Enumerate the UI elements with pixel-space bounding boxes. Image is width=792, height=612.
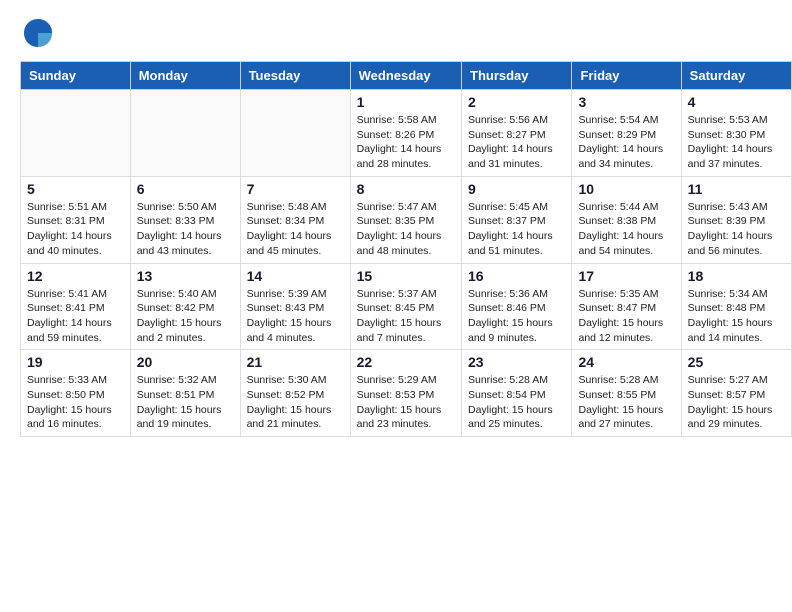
day-info: Sunrise: 5:50 AMSunset: 8:33 PMDaylight:… [137,200,234,259]
calendar-cell: 16 Sunrise: 5:36 AMSunset: 8:46 PMDayligh… [462,263,572,350]
calendar-cell: 20 Sunrise: 5:32 AMSunset: 8:51 PMDayligh… [130,350,240,437]
day-number: 25 [688,354,785,370]
calendar-cell: 18 Sunrise: 5:34 AMSunset: 8:48 PMDayligh… [681,263,791,350]
week-row-4: 19 Sunrise: 5:33 AMSunset: 8:50 PMDayligh… [21,350,792,437]
day-number: 16 [468,268,565,284]
day-info: Sunrise: 5:28 AMSunset: 8:54 PMDaylight:… [468,373,565,432]
calendar-cell: 19 Sunrise: 5:33 AMSunset: 8:50 PMDayligh… [21,350,131,437]
day-number: 4 [688,94,785,110]
day-info: Sunrise: 5:33 AMSunset: 8:50 PMDaylight:… [27,373,124,432]
day-info: Sunrise: 5:35 AMSunset: 8:47 PMDaylight:… [578,287,674,346]
day-info: Sunrise: 5:43 AMSunset: 8:39 PMDaylight:… [688,200,785,259]
day-info: Sunrise: 5:29 AMSunset: 8:53 PMDaylight:… [357,373,455,432]
calendar-cell: 17 Sunrise: 5:35 AMSunset: 8:47 PMDayligh… [572,263,681,350]
calendar-cell: 6 Sunrise: 5:50 AMSunset: 8:33 PMDaylight… [130,176,240,263]
day-info: Sunrise: 5:58 AMSunset: 8:26 PMDaylight:… [357,113,455,172]
day-number: 13 [137,268,234,284]
day-info: Sunrise: 5:27 AMSunset: 8:57 PMDaylight:… [688,373,785,432]
week-row-3: 12 Sunrise: 5:41 AMSunset: 8:41 PMDayligh… [21,263,792,350]
day-number: 20 [137,354,234,370]
calendar-cell: 7 Sunrise: 5:48 AMSunset: 8:34 PMDaylight… [240,176,350,263]
page-header [0,0,792,61]
calendar-cell: 4 Sunrise: 5:53 AMSunset: 8:30 PMDaylight… [681,90,791,177]
day-info: Sunrise: 5:40 AMSunset: 8:42 PMDaylight:… [137,287,234,346]
calendar-cell: 21 Sunrise: 5:30 AMSunset: 8:52 PMDayligh… [240,350,350,437]
day-info: Sunrise: 5:37 AMSunset: 8:45 PMDaylight:… [357,287,455,346]
day-info: Sunrise: 5:53 AMSunset: 8:30 PMDaylight:… [688,113,785,172]
calendar-cell: 11 Sunrise: 5:43 AMSunset: 8:39 PMDayligh… [681,176,791,263]
week-row-2: 5 Sunrise: 5:51 AMSunset: 8:31 PMDaylight… [21,176,792,263]
day-number: 3 [578,94,674,110]
calendar-cell: 10 Sunrise: 5:44 AMSunset: 8:38 PMDayligh… [572,176,681,263]
day-number: 21 [247,354,344,370]
weekday-header-sunday: Sunday [21,62,131,90]
logo-icon [20,15,56,51]
day-number: 7 [247,181,344,197]
weekday-header-thursday: Thursday [462,62,572,90]
calendar-cell: 24 Sunrise: 5:28 AMSunset: 8:55 PMDayligh… [572,350,681,437]
calendar-cell: 22 Sunrise: 5:29 AMSunset: 8:53 PMDayligh… [350,350,461,437]
day-info: Sunrise: 5:39 AMSunset: 8:43 PMDaylight:… [247,287,344,346]
calendar-cell: 5 Sunrise: 5:51 AMSunset: 8:31 PMDaylight… [21,176,131,263]
calendar-cell [130,90,240,177]
calendar-cell: 13 Sunrise: 5:40 AMSunset: 8:42 PMDayligh… [130,263,240,350]
day-info: Sunrise: 5:51 AMSunset: 8:31 PMDaylight:… [27,200,124,259]
calendar-cell: 25 Sunrise: 5:27 AMSunset: 8:57 PMDayligh… [681,350,791,437]
day-info: Sunrise: 5:56 AMSunset: 8:27 PMDaylight:… [468,113,565,172]
day-info: Sunrise: 5:32 AMSunset: 8:51 PMDaylight:… [137,373,234,432]
calendar-cell: 8 Sunrise: 5:47 AMSunset: 8:35 PMDaylight… [350,176,461,263]
day-number: 1 [357,94,455,110]
day-number: 15 [357,268,455,284]
day-info: Sunrise: 5:41 AMSunset: 8:41 PMDaylight:… [27,287,124,346]
weekday-header-monday: Monday [130,62,240,90]
day-info: Sunrise: 5:47 AMSunset: 8:35 PMDaylight:… [357,200,455,259]
calendar-cell: 2 Sunrise: 5:56 AMSunset: 8:27 PMDaylight… [462,90,572,177]
weekday-header-wednesday: Wednesday [350,62,461,90]
day-info: Sunrise: 5:30 AMSunset: 8:52 PMDaylight:… [247,373,344,432]
day-number: 11 [688,181,785,197]
day-number: 9 [468,181,565,197]
calendar-cell: 9 Sunrise: 5:45 AMSunset: 8:37 PMDaylight… [462,176,572,263]
calendar-table: SundayMondayTuesdayWednesdayThursdayFrid… [20,61,792,437]
calendar-cell: 3 Sunrise: 5:54 AMSunset: 8:29 PMDaylight… [572,90,681,177]
day-number: 17 [578,268,674,284]
week-row-1: 1 Sunrise: 5:58 AMSunset: 8:26 PMDaylight… [21,90,792,177]
calendar-cell: 14 Sunrise: 5:39 AMSunset: 8:43 PMDayligh… [240,263,350,350]
weekday-header-tuesday: Tuesday [240,62,350,90]
day-number: 24 [578,354,674,370]
calendar-cell: 15 Sunrise: 5:37 AMSunset: 8:45 PMDayligh… [350,263,461,350]
day-info: Sunrise: 5:34 AMSunset: 8:48 PMDaylight:… [688,287,785,346]
day-info: Sunrise: 5:36 AMSunset: 8:46 PMDaylight:… [468,287,565,346]
weekday-header-row: SundayMondayTuesdayWednesdayThursdayFrid… [21,62,792,90]
day-number: 5 [27,181,124,197]
calendar-cell [21,90,131,177]
day-number: 12 [27,268,124,284]
logo [20,15,56,51]
day-number: 19 [27,354,124,370]
day-number: 10 [578,181,674,197]
day-info: Sunrise: 5:54 AMSunset: 8:29 PMDaylight:… [578,113,674,172]
day-info: Sunrise: 5:44 AMSunset: 8:38 PMDaylight:… [578,200,674,259]
weekday-header-friday: Friday [572,62,681,90]
day-number: 18 [688,268,785,284]
day-number: 22 [357,354,455,370]
day-number: 8 [357,181,455,197]
calendar-cell: 12 Sunrise: 5:41 AMSunset: 8:41 PMDayligh… [21,263,131,350]
day-number: 14 [247,268,344,284]
calendar-wrapper: SundayMondayTuesdayWednesdayThursdayFrid… [0,61,792,447]
day-number: 6 [137,181,234,197]
weekday-header-saturday: Saturday [681,62,791,90]
calendar-cell [240,90,350,177]
day-number: 2 [468,94,565,110]
day-info: Sunrise: 5:48 AMSunset: 8:34 PMDaylight:… [247,200,344,259]
day-info: Sunrise: 5:45 AMSunset: 8:37 PMDaylight:… [468,200,565,259]
day-info: Sunrise: 5:28 AMSunset: 8:55 PMDaylight:… [578,373,674,432]
calendar-cell: 1 Sunrise: 5:58 AMSunset: 8:26 PMDaylight… [350,90,461,177]
calendar-cell: 23 Sunrise: 5:28 AMSunset: 8:54 PMDayligh… [462,350,572,437]
day-number: 23 [468,354,565,370]
